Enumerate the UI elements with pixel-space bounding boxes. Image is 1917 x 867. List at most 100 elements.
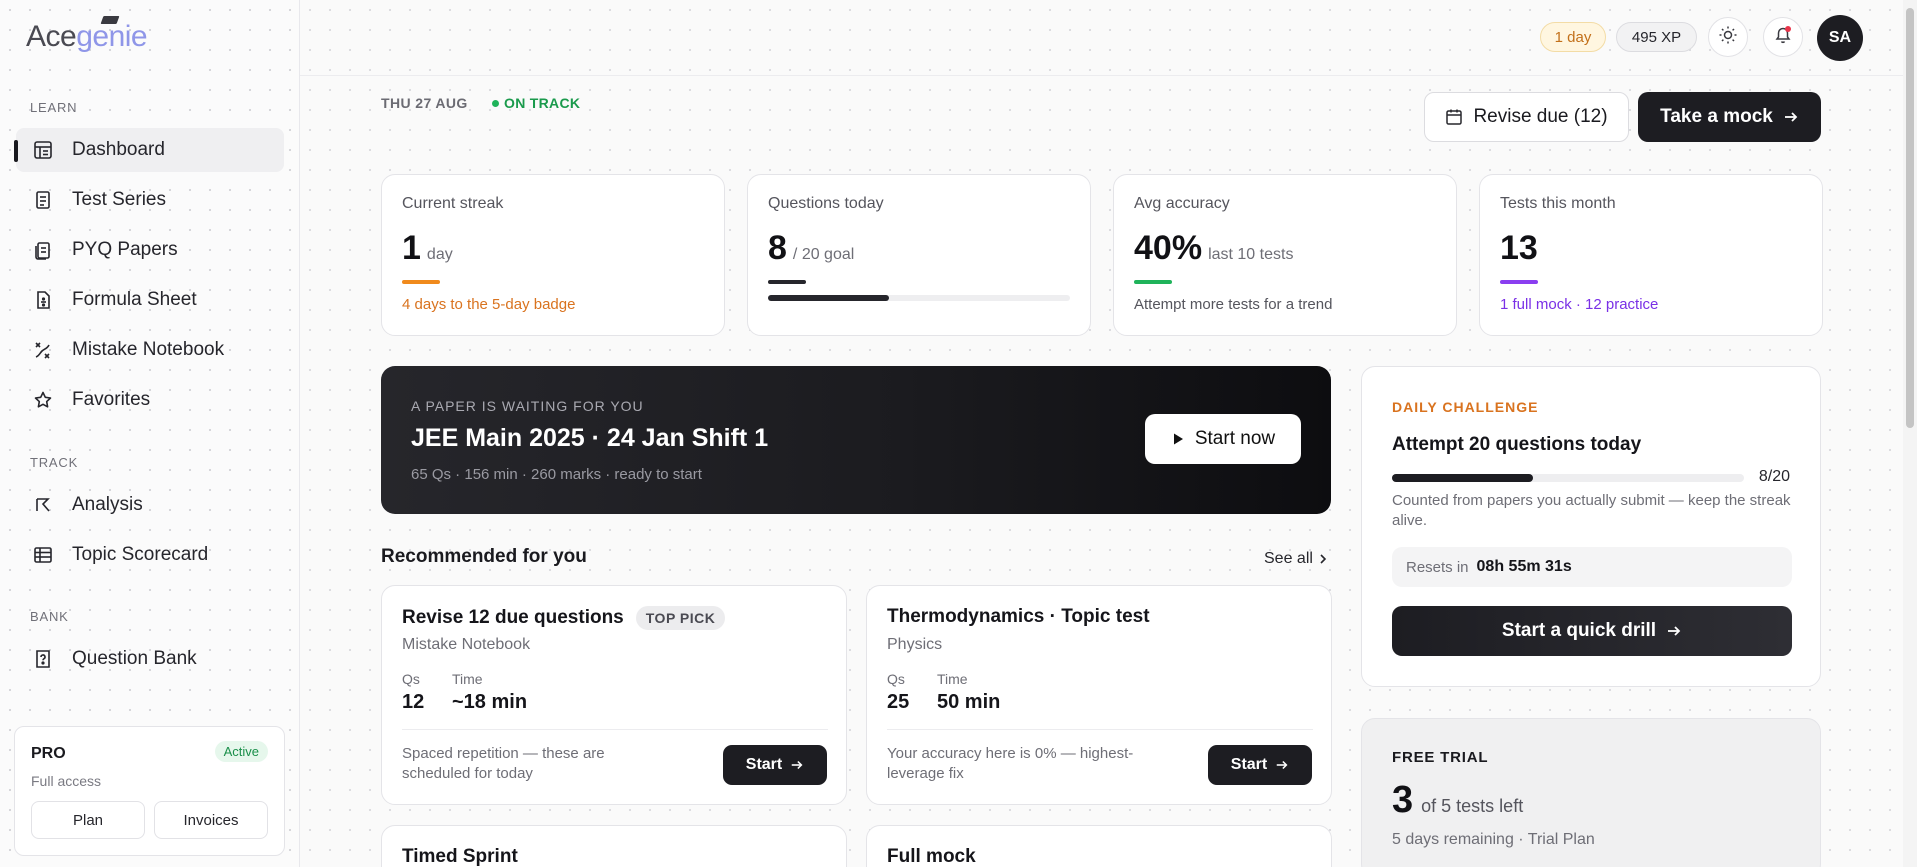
see-all-label: See all [1264,550,1313,567]
sidebar-item-label: Test Series [72,189,166,210]
start-button[interactable]: Start [1208,745,1312,785]
sidebar-item-mistake-notebook[interactable]: Mistake Notebook [16,328,284,372]
daily-count: 8/20 [1758,468,1790,485]
sidebar-item-analysis[interactable]: Analysis [16,483,284,527]
sidebar-item-question-bank[interactable]: Question Bank [16,637,284,681]
section-label-track: TRACK [30,455,79,470]
plan-card: PRO Active Full access Plan Invoices [14,726,285,856]
sidebar-item-favorites[interactable]: Favorites [16,378,284,422]
recommendation-card[interactable]: Timed Sprint [381,825,847,867]
analysis-icon [32,494,54,516]
card-note: Spaced repetition — these are scheduled … [402,745,605,782]
scorecard-icon [32,544,54,566]
sun-icon [1718,25,1738,50]
plan-title: PRO [31,745,66,762]
qs-value: 25 [887,691,910,713]
daily-eyebrow: DAILY CHALLENGE [1392,399,1539,415]
graduation-cap-icon [100,16,120,24]
card-note: Your accuracy here is 0% — highest-lever… [887,745,1134,782]
resets-label: Resets in [1406,558,1469,576]
stat-card-streak: Current streak 1 day 4 days to the 5-day … [381,174,725,336]
section-label-learn: LEARN [30,100,78,115]
current-date: THU 27 AUG [381,95,468,111]
formula-icon [32,289,54,311]
banner-eyebrow: A PAPER IS WAITING FOR YOU [411,398,644,414]
recommended-heading: Recommended for you [381,546,587,567]
dashboard-icon [32,139,54,161]
banner-meta: 65 Qs · 156 min · 260 marks · ready to s… [411,466,702,483]
logo-text-genie: genie [76,20,148,53]
stat-card-questions: Questions today 8 / 20 goal [747,174,1091,336]
progress-fill [1392,474,1533,482]
xp-chip[interactable]: 495 XP [1616,22,1697,52]
card-divider [887,729,1313,730]
sidebar-item-label: Dashboard [72,139,165,160]
qs-value: 12 [402,691,425,713]
question-bank-icon [32,648,54,670]
qs-label: Qs [402,671,420,687]
stat-sub: Attempt more tests for a trend [1134,296,1333,313]
section-label-bank: BANK [30,609,69,624]
qs-label: Qs [887,671,905,687]
revise-due-button[interactable]: Revise due (12) [1424,92,1629,142]
status-badge: ON TRACK [492,95,580,111]
stat-value: 8 [768,229,787,267]
card-subtitle: Physics [887,636,943,653]
stat-label: Tests this month [1500,195,1616,212]
scrollbar-thumb[interactable] [1906,8,1914,428]
time-value: ~18 min [452,691,528,713]
plan-button[interactable]: Plan [31,801,145,839]
paper-waiting-banner: A PAPER IS WAITING FOR YOU JEE Main 2025… [381,366,1331,514]
notifications-button[interactable] [1763,17,1803,57]
sidebar-item-test-series[interactable]: Test Series [16,178,284,222]
recommendation-card[interactable]: Revise 12 due questions TOP PICK Mistake … [381,585,847,805]
sidebar-item-dashboard[interactable]: Dashboard [14,128,284,172]
sidebar-item-formula-sheet[interactable]: Formula Sheet [16,278,284,322]
papers-icon [32,239,54,261]
start-now-label: Start now [1194,428,1276,449]
mistake-icon [32,339,54,361]
star-icon [32,389,54,411]
trial-unit: of 5 tests left [1421,796,1524,816]
stat-card-tests: Tests this month 13 1 full mock · 12 pra… [1479,174,1823,336]
sidebar-item-pyq-papers[interactable]: PYQ Papers [16,228,284,272]
stat-value: 13 [1500,229,1538,267]
card-subtitle: Mistake Notebook [402,636,531,653]
bell-icon [1772,24,1794,51]
see-all-link[interactable]: See all [1264,550,1328,568]
stat-unit: / 20 goal [792,246,855,263]
questions-progress-bar [768,295,1070,301]
invoices-button[interactable]: Invoices [154,801,268,839]
daily-progress-bar [1392,474,1744,482]
plan-status-badge: Active [214,741,268,762]
sidebar-item-label: Question Bank [72,648,197,669]
stat-unit: last 10 tests [1208,246,1294,263]
streak-chip[interactable]: 1 day [1540,22,1606,52]
stat-accent-bar [768,280,806,284]
arrow-right-icon [1783,109,1799,125]
stat-sub: 1 full mock · 12 practice [1500,296,1659,313]
stat-label: Current streak [402,195,504,212]
recommendation-card[interactable]: Full mock [866,825,1332,867]
recommendation-card[interactable]: Thermodynamics · Topic test Physics Qs 2… [866,585,1332,805]
page-scrollbar[interactable] [1903,0,1917,867]
start-button[interactable]: Start [723,745,827,785]
theme-toggle-button[interactable] [1708,17,1748,57]
card-title: Thermodynamics · Topic test [887,606,1150,627]
take-mock-label: Take a mock [1660,106,1773,127]
play-icon [1171,432,1185,446]
sidebar-item-topic-scorecard[interactable]: Topic Scorecard [16,533,284,577]
quick-drill-label: Start a quick drill [1501,620,1657,641]
topbar-divider [300,75,1903,76]
start-now-button[interactable]: Start now [1145,414,1301,464]
banner-title: JEE Main 2025 · 24 Jan Shift 1 [411,424,769,452]
daily-note: Counted from papers you actually submit … [1392,492,1791,529]
acegenie-logo[interactable]: Acegenie [26,16,148,54]
sidebar-item-label: Topic Scorecard [72,544,209,565]
sidebar-item-label: Favorites [72,389,151,410]
trial-value: 3 [1392,779,1414,821]
take-mock-button[interactable]: Take a mock [1638,92,1821,142]
quick-drill-button[interactable]: Start a quick drill [1392,606,1792,656]
avatar[interactable]: SA [1817,15,1863,61]
progress-fill [768,295,889,301]
